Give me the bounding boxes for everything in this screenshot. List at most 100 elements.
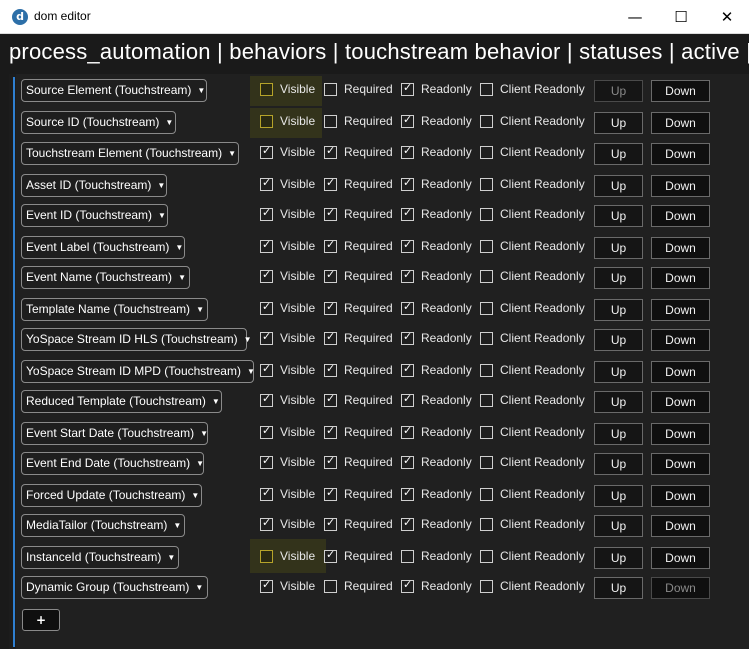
field-select-label: YoSpace Stream ID HLS (Touchstream): [26, 332, 238, 346]
move-down-button[interactable]: Down: [651, 175, 710, 197]
checkbox-checked-icon: [324, 424, 337, 439]
checkbox-checked-icon: [324, 362, 337, 377]
field-select[interactable]: MediaTailor (Touchstream) ▼: [21, 514, 185, 537]
field-select[interactable]: YoSpace Stream ID HLS (Touchstream) ▼: [21, 328, 252, 351]
checkbox-checked-icon: [401, 300, 414, 315]
readonly-label: Readonly: [421, 487, 472, 501]
readonly-label: Readonly: [421, 517, 472, 531]
move-down-button[interactable]: Down: [651, 485, 710, 507]
visible-label: Visible: [280, 82, 316, 96]
field-select[interactable]: Event End Date (Touchstream) ▼: [21, 452, 204, 475]
checkbox-checked-icon: [401, 362, 414, 377]
field-select[interactable]: Template Name (Touchstream) ▼: [21, 298, 208, 321]
checkbox-checked-icon: [401, 206, 414, 221]
move-down-button[interactable]: Down: [651, 112, 710, 134]
checkbox-empty-icon: [480, 115, 493, 128]
move-up-button[interactable]: Up: [594, 112, 643, 134]
close-button[interactable]: ✕: [704, 0, 749, 34]
move-down-button[interactable]: Down: [651, 423, 710, 445]
move-down-button[interactable]: Down: [651, 577, 710, 599]
required-label: Required: [344, 487, 393, 501]
field-select[interactable]: Event Label (Touchstream) ▼: [21, 236, 185, 259]
move-down-button[interactable]: Down: [651, 299, 710, 321]
move-up-button[interactable]: Up: [594, 515, 643, 537]
visible-label: Visible: [280, 114, 316, 128]
move-down-button[interactable]: Down: [651, 515, 710, 537]
checkbox-checked-icon: [401, 113, 414, 128]
move-up-button[interactable]: Up: [594, 423, 643, 445]
checkbox-checked-icon: [260, 300, 273, 315]
move-up-button[interactable]: Up: [594, 299, 643, 321]
field-select[interactable]: Source Element (Touchstream) ▼: [21, 79, 207, 102]
checkbox-checked-icon: [324, 300, 337, 315]
app-logo-icon: d: [12, 9, 28, 25]
checkbox-empty-icon: [480, 83, 493, 96]
checkbox-checked-icon: [324, 486, 337, 501]
move-down-button[interactable]: Down: [651, 80, 710, 102]
visible-label: Visible: [280, 487, 316, 501]
move-up-button[interactable]: Up: [594, 577, 643, 599]
required-label: Required: [344, 207, 393, 221]
field-select-label: Event Name (Touchstream): [26, 270, 173, 284]
field-select-label: Event Start Date (Touchstream): [26, 426, 195, 440]
field-select-label: Source Element (Touchstream): [26, 83, 192, 97]
field-select[interactable]: Touchstream Element (Touchstream) ▼: [21, 142, 239, 165]
checkbox-empty-icon: [260, 115, 273, 128]
move-down-button[interactable]: Down: [651, 237, 710, 259]
move-down-button[interactable]: Down: [651, 143, 710, 165]
move-down-button[interactable]: Down: [651, 205, 710, 227]
checkbox-checked-icon: [401, 454, 414, 469]
field-select[interactable]: Event Start Date (Touchstream) ▼: [21, 422, 208, 445]
chevron-down-icon: ▼: [243, 335, 252, 344]
move-up-button[interactable]: Up: [594, 453, 643, 475]
move-up-button[interactable]: Up: [594, 267, 643, 289]
move-down-button[interactable]: Down: [651, 267, 710, 289]
move-up-button[interactable]: Up: [594, 143, 643, 165]
field-select[interactable]: Forced Update (Touchstream) ▼: [21, 484, 202, 507]
field-select[interactable]: Asset ID (Touchstream) ▼: [21, 174, 167, 197]
move-up-button[interactable]: Up: [594, 329, 643, 351]
field-select[interactable]: InstanceId (Touchstream) ▼: [21, 546, 179, 569]
readonly-label: Readonly: [421, 455, 472, 469]
checkbox-empty-icon: [480, 208, 493, 221]
checkbox-empty-icon: [480, 488, 493, 501]
readonly-label: Readonly: [421, 114, 472, 128]
required-label: Required: [344, 425, 393, 439]
client-readonly-label: Client Readonly: [500, 82, 585, 96]
field-select[interactable]: Event ID (Touchstream) ▼: [21, 204, 168, 227]
checkbox-empty-icon: [480, 364, 493, 377]
window-title: dom editor: [34, 9, 91, 23]
move-up-button[interactable]: Up: [594, 361, 643, 383]
move-down-button[interactable]: Down: [651, 453, 710, 475]
field-select[interactable]: YoSpace Stream ID MPD (Touchstream) ▼: [21, 360, 255, 383]
move-up-button[interactable]: Up: [594, 175, 643, 197]
field-select[interactable]: Dynamic Group (Touchstream) ▼: [21, 576, 208, 599]
move-up-button[interactable]: Up: [594, 547, 643, 569]
client-readonly-label: Client Readonly: [500, 239, 585, 253]
minimize-button[interactable]: —: [612, 0, 658, 34]
add-field-button[interactable]: +: [22, 609, 60, 631]
field-select[interactable]: Event Name (Touchstream) ▼: [21, 266, 190, 289]
move-up-button[interactable]: Up: [594, 80, 643, 102]
move-down-button[interactable]: Down: [651, 329, 710, 351]
checkbox-empty-icon: [324, 580, 337, 593]
move-up-button[interactable]: Up: [594, 485, 643, 507]
visible-label: Visible: [280, 177, 316, 191]
move-down-button[interactable]: Down: [651, 361, 710, 383]
field-select[interactable]: Source ID (Touchstream) ▼: [21, 111, 176, 134]
field-select-label: Event ID (Touchstream): [26, 208, 153, 222]
chevron-down-icon: ▼: [211, 397, 220, 406]
field-select-label: Template Name (Touchstream): [26, 302, 191, 316]
maximize-button[interactable]: ☐: [658, 0, 704, 34]
field-select[interactable]: Reduced Template (Touchstream) ▼: [21, 390, 222, 413]
move-down-button[interactable]: Down: [651, 391, 710, 413]
move-up-button[interactable]: Up: [594, 205, 643, 227]
move-up-button[interactable]: Up: [594, 237, 643, 259]
move-up-button[interactable]: Up: [594, 391, 643, 413]
checkbox-empty-icon: [260, 83, 273, 96]
checkbox-checked-icon: [401, 392, 414, 407]
checkbox-checked-icon: [324, 392, 337, 407]
field-select-label: Forced Update (Touchstream): [26, 488, 186, 502]
title-bar: d dom editor — ☐ ✕: [0, 0, 749, 34]
move-down-button[interactable]: Down: [651, 547, 710, 569]
